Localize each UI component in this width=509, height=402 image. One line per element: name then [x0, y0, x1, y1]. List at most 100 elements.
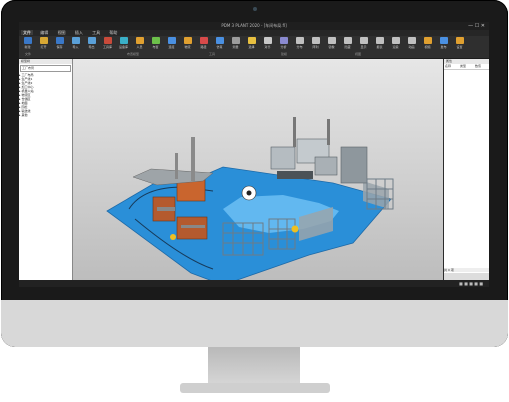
- tool-icon: [103, 37, 112, 44]
- ribbon-button[interactable]: 发布: [437, 37, 450, 56]
- ribbon-button[interactable]: 分布: [293, 37, 306, 56]
- ribbon-button[interactable]: 阵列: [309, 37, 322, 56]
- ribbon-button-label: 导入: [72, 45, 79, 49]
- workbench: [277, 171, 313, 179]
- ribbon-button[interactable]: 物流: [181, 37, 194, 56]
- ribbon-button[interactable]: 设备库: [117, 37, 130, 56]
- ribbon-button[interactable]: 报表: [373, 37, 386, 56]
- ribbon-button-label: 选择: [248, 45, 255, 49]
- ribbon-button[interactable]: 工具库: [101, 37, 114, 56]
- tree-item[interactable]: ▸ 其他: [19, 113, 72, 117]
- ribbon-button-label: 分布: [296, 45, 303, 49]
- menu-edit[interactable]: 编辑: [38, 30, 50, 35]
- camera-icon: [253, 7, 257, 11]
- ribbon-button-label: 设置: [456, 45, 463, 49]
- ribbon-button[interactable]: 仿真: [213, 37, 226, 56]
- menu-file[interactable]: 文件: [21, 30, 33, 35]
- tree-search-input[interactable]: 工厂布局: [20, 65, 71, 72]
- ribbon-button-label: 物流: [184, 45, 191, 49]
- title-bar: PDM 3 PLANT 2020 - [车间布局.fl] — ☐ ✕: [19, 22, 489, 30]
- ribbon-button-label: 工具库: [102, 45, 112, 49]
- ribbon-button[interactable]: 测量: [229, 37, 242, 56]
- ribbon-button-label: 导出: [88, 45, 95, 49]
- ribbon-button[interactable]: 布置: [149, 37, 162, 56]
- ribbon-button-label: 隐藏: [344, 45, 351, 49]
- ribbon-button-label: 人员: [136, 45, 143, 49]
- ribbon-toolbar: 文件 布置模型 工具 建模 视图 新建 打开 保存 导入 导出 工具库 设备库 人员 布置 连接物…: [19, 36, 489, 59]
- ribbon-button-label: 设备库: [118, 45, 128, 49]
- property-columns: 名称 类型 数值: [444, 64, 489, 70]
- ribbon-button-label: 阵列: [312, 45, 319, 49]
- tool-icon: [199, 37, 208, 44]
- ribbon-button[interactable]: 打开: [37, 37, 50, 56]
- monitor-chin: [1, 300, 508, 347]
- tool-icon: [87, 37, 96, 44]
- robot-joint: [246, 190, 252, 196]
- ribbon-button[interactable]: 选择: [245, 37, 258, 56]
- ribbon-button[interactable]: 设置: [453, 37, 466, 56]
- column-header[interactable]: 类型: [459, 64, 474, 69]
- ribbon-button[interactable]: 镜像: [325, 37, 338, 56]
- tool-icon: [343, 37, 352, 44]
- tool-icon: [439, 37, 448, 44]
- ribbon-button[interactable]: 渲染: [389, 37, 402, 56]
- tool-icon: [423, 37, 432, 44]
- panel-header: 模型树: [19, 59, 72, 64]
- menu-insert[interactable]: 插入: [73, 30, 85, 35]
- tool-icon: [183, 37, 192, 44]
- 3d-viewport[interactable]: [73, 59, 443, 286]
- ribbon-button-label: 布置: [152, 45, 159, 49]
- tool-icon: [215, 37, 224, 44]
- ribbon-button-label: 路径: [200, 45, 207, 49]
- ribbon-button[interactable]: 人员: [133, 37, 146, 56]
- close-icon[interactable]: ✕: [481, 23, 485, 29]
- machine-detail: [157, 207, 175, 211]
- ribbon-button[interactable]: 新建: [21, 37, 34, 56]
- marker: [291, 225, 299, 233]
- tool-icon: [327, 37, 336, 44]
- monitor-base: [180, 383, 330, 393]
- tool-icon: [263, 37, 272, 44]
- cnc-machine[interactable]: [314, 156, 338, 176]
- tool-icon: [39, 37, 48, 44]
- ribbon-button[interactable]: 保存: [53, 37, 66, 56]
- column-header[interactable]: 数值: [474, 64, 489, 69]
- menu-help[interactable]: 帮助: [107, 30, 119, 35]
- ribbon-button-label: 连接: [168, 45, 175, 49]
- cabinet[interactable]: [340, 146, 368, 184]
- tool-icon: [391, 37, 400, 44]
- machine-detail: [181, 225, 205, 228]
- ribbon-button[interactable]: 动画: [405, 37, 418, 56]
- properties-panel: 属性 名称 类型 数值 共 0 项: [444, 59, 489, 280]
- factory-layout-scene[interactable]: [73, 59, 443, 286]
- maximize-icon[interactable]: ☐: [475, 23, 479, 29]
- model-tree[interactable]: ▸ 工厂布局 ▸ 生产线1 ▸ 生产线2 ▸ 加工中心 ▸ 机器人站 ▸ 物流区…: [19, 73, 72, 117]
- ribbon-button-label: 报表: [376, 45, 383, 49]
- column-header[interactable]: 名称: [444, 64, 459, 69]
- status-icons: ■ ■ ■ ■ ■: [459, 281, 483, 286]
- tool-icon: [231, 37, 240, 44]
- ribbon-button-label: 测量: [232, 45, 239, 49]
- ribbon-button-label: 新建: [24, 45, 31, 49]
- tool-icon: [135, 37, 144, 44]
- ribbon-button[interactable]: 视频: [421, 37, 434, 56]
- cnc-machine[interactable]: [270, 146, 296, 170]
- ribbon-button[interactable]: 分析: [277, 37, 290, 56]
- window-controls[interactable]: — ☐ ✕: [468, 22, 485, 30]
- ribbon-button[interactable]: 连接: [165, 37, 178, 56]
- tower-post: [327, 119, 330, 145]
- tool-icon: [295, 37, 304, 44]
- tool-icon: [455, 37, 464, 44]
- ribbon-button[interactable]: 路径: [197, 37, 210, 56]
- panel-button-bar[interactable]: [444, 273, 489, 280]
- ribbon-button-label: 镜像: [328, 45, 335, 49]
- menu-tools[interactable]: 工具: [90, 30, 102, 35]
- ribbon-button[interactable]: 隐藏: [341, 37, 354, 56]
- ribbon-button[interactable]: 导入: [69, 37, 82, 56]
- ribbon-button[interactable]: 对齐: [261, 37, 274, 56]
- ribbon-button[interactable]: 显示: [357, 37, 370, 56]
- ribbon-button[interactable]: 导出: [85, 37, 98, 56]
- menu-view[interactable]: 视图: [56, 30, 68, 35]
- tower-post: [175, 153, 178, 179]
- minimize-icon[interactable]: —: [468, 23, 473, 29]
